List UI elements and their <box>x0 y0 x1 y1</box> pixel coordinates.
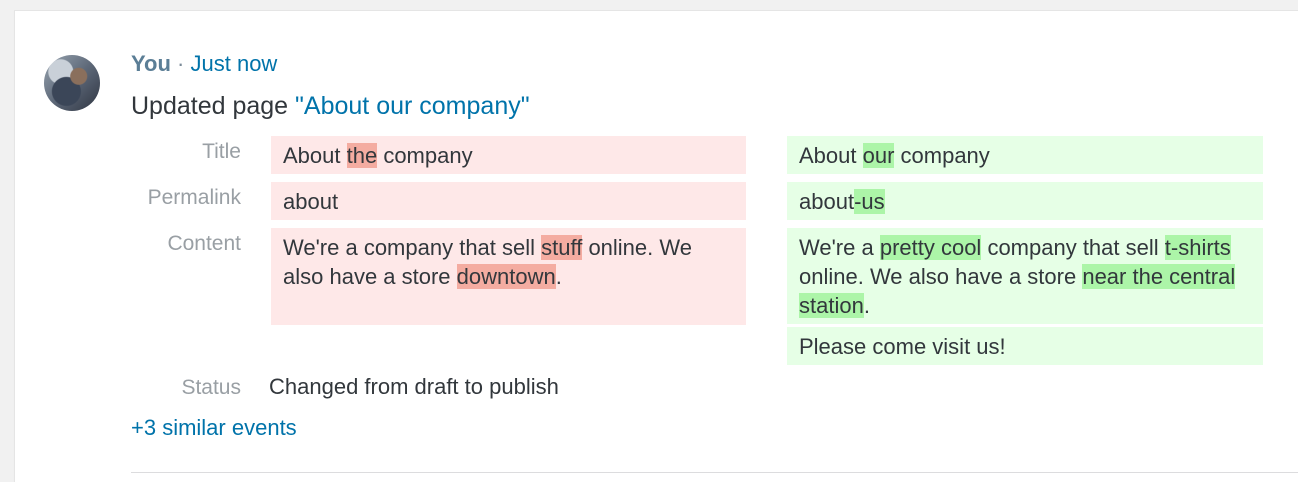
status-value: Changed from draft to publish <box>269 374 559 399</box>
event-headline: Updated page "About our company" <box>131 91 530 121</box>
inserted-text: our <box>862 143 895 168</box>
status-label: Status <box>181 376 241 399</box>
deleted-text: downtown <box>456 264 556 289</box>
event-time-link[interactable]: Just now <box>191 51 278 76</box>
old-title: About the company <box>271 136 746 174</box>
inserted-text: -us <box>854 189 885 214</box>
deleted-text: stuff <box>541 235 583 260</box>
title-label: Title <box>202 140 241 163</box>
new-content: We're a pretty cool company that sell t-… <box>787 228 1263 324</box>
old-permalink: about <box>271 182 746 220</box>
page-link[interactable]: "About our company" <box>295 92 530 120</box>
similar-events-link[interactable]: +3 similar events <box>131 414 297 442</box>
divider <box>131 472 1298 473</box>
new-title: About our company <box>787 136 1263 174</box>
event-meta: You · Just now <box>131 51 277 77</box>
deleted-text: the <box>346 143 378 168</box>
avatar[interactable] <box>44 55 100 111</box>
new-permalink: about-us <box>787 182 1263 220</box>
old-content: We're a company that sell stuff online. … <box>271 228 746 325</box>
inserted-text: t-shirts <box>1164 235 1231 260</box>
permalink-label: Permalink <box>147 186 241 209</box>
meta-separator: · <box>177 51 185 76</box>
event-actor[interactable]: You <box>131 51 171 76</box>
inserted-text: pretty cool <box>879 235 982 260</box>
new-content-extra: Please come visit us! <box>787 327 1263 365</box>
content-label: Content <box>167 232 241 255</box>
activity-log-card: You · Just now Updated page "About our c… <box>14 10 1298 482</box>
event-action: Updated page <box>131 92 289 120</box>
